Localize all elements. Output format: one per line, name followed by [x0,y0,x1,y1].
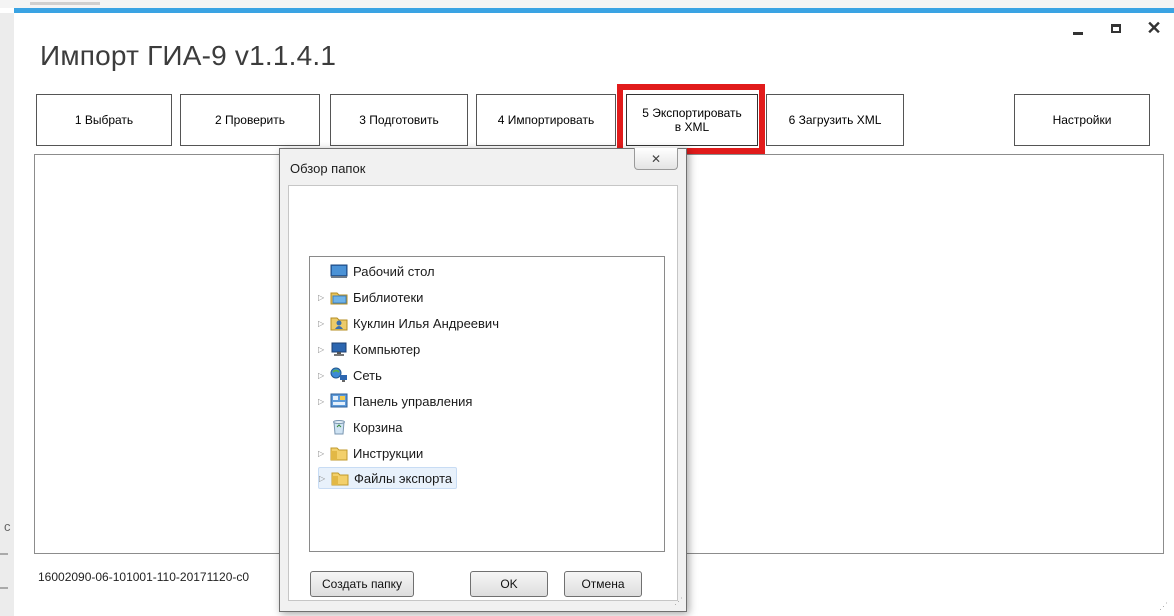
ok-button[interactable]: OK [470,571,548,597]
maximize-icon [1111,23,1121,33]
desktop-icon [330,263,348,279]
expand-arrow-icon[interactable]: ▷ [318,397,328,406]
app-title: Импорт ГИА-9 v1.1.4.1 [40,40,337,71]
folder-icon [330,445,348,461]
network-icon [330,367,348,383]
tree-item-label: Рабочий стол [353,263,435,279]
prepare-button[interactable]: 3 Подготовить [330,94,468,146]
folder-tree[interactable]: Рабочий стол ▷ Библиотеки ▷ Куклин Илья … [309,256,665,552]
window-controls: ✕ [1068,18,1164,38]
tree-item-instructions[interactable]: ▷ Инструкции [318,442,423,464]
tree-item-control-panel[interactable]: ▷ Панель управления [318,390,472,412]
tree-item-network[interactable]: ▷ Сеть [318,364,382,386]
cancel-button[interactable]: Отмена [564,571,642,597]
tree-item-computer[interactable]: ▷ Компьютер [318,338,420,360]
dialog-close-button[interactable]: ✕ [634,148,678,170]
tree-item-desktop[interactable]: Рабочий стол [318,260,435,282]
top-strip [0,0,1174,8]
libraries-icon [330,289,348,305]
expand-arrow-icon[interactable]: ▷ [318,319,328,328]
close-button[interactable]: ✕ [1144,18,1164,38]
import-button[interactable]: 4 Импортировать [476,94,616,146]
expand-arrow-icon[interactable]: ▷ [318,449,328,458]
close-icon: ✕ [1146,18,1162,38]
resize-grip-icon[interactable]: ⋰ [674,596,683,607]
tree-item-label: Сеть [353,367,382,383]
expand-arrow-icon[interactable]: ▷ [318,293,328,302]
background-window-edge: c [0,13,14,616]
expand-arrow-icon[interactable]: ▷ [318,371,328,380]
tree-item-user[interactable]: ▷ Куклин Илья Андреевич [318,312,499,334]
edge-glyph: c [4,519,11,534]
tree-item-label: Библиотеки [353,289,424,305]
tree-item-label: Панель управления [353,393,473,409]
select-button[interactable]: 1 Выбрать [36,94,172,146]
tree-item-label: Файлы экспорта [354,470,453,486]
dialog-body: Рабочий стол ▷ Библиотеки ▷ Куклин Илья … [288,185,678,601]
recycle-bin-icon [330,419,348,435]
new-folder-button[interactable]: Создать папку [310,571,414,597]
load-xml-button[interactable]: 6 Загрузить XML [766,94,904,146]
close-icon: ✕ [650,151,662,166]
tree-item-label: Корзина [353,419,403,435]
tree-item-label: Инструкции [353,445,424,461]
maximize-button[interactable] [1106,18,1126,38]
control-panel-icon [330,393,348,409]
window-resize-grip-icon[interactable]: ⋰ [1159,601,1168,612]
user-folder-icon [330,315,348,331]
tree-item-libraries[interactable]: ▷ Библиотеки [318,286,423,308]
dialog-title: Обзор папок [290,161,366,176]
expand-arrow-icon[interactable]: ▷ [319,474,329,483]
edge-mark [0,587,8,589]
folder-icon [331,470,349,486]
minimize-icon [1073,31,1083,35]
tree-item-export-files[interactable]: ▷ Файлы экспорта [318,467,458,489]
highlight-annotation [617,84,765,154]
status-filename: 16002090-06-101001-110-20171120-c0 [38,570,250,584]
settings-button[interactable]: Настройки [1014,94,1150,146]
minimize-button[interactable] [1068,18,1088,38]
edge-mark [0,553,8,555]
top-strip-mark [30,2,100,5]
expand-arrow-icon[interactable]: ▷ [318,345,328,354]
window-accent-border [14,8,1174,13]
check-button[interactable]: 2 Проверить [180,94,320,146]
tree-item-label: Компьютер [353,341,421,357]
browse-folders-dialog: ✕ Обзор папок Рабочий стол ▷ Библиотеки … [279,148,687,612]
tree-item-recycle-bin[interactable]: Корзина [318,416,403,438]
tree-item-label: Куклин Илья Андреевич [353,315,499,331]
computer-icon [330,341,348,357]
